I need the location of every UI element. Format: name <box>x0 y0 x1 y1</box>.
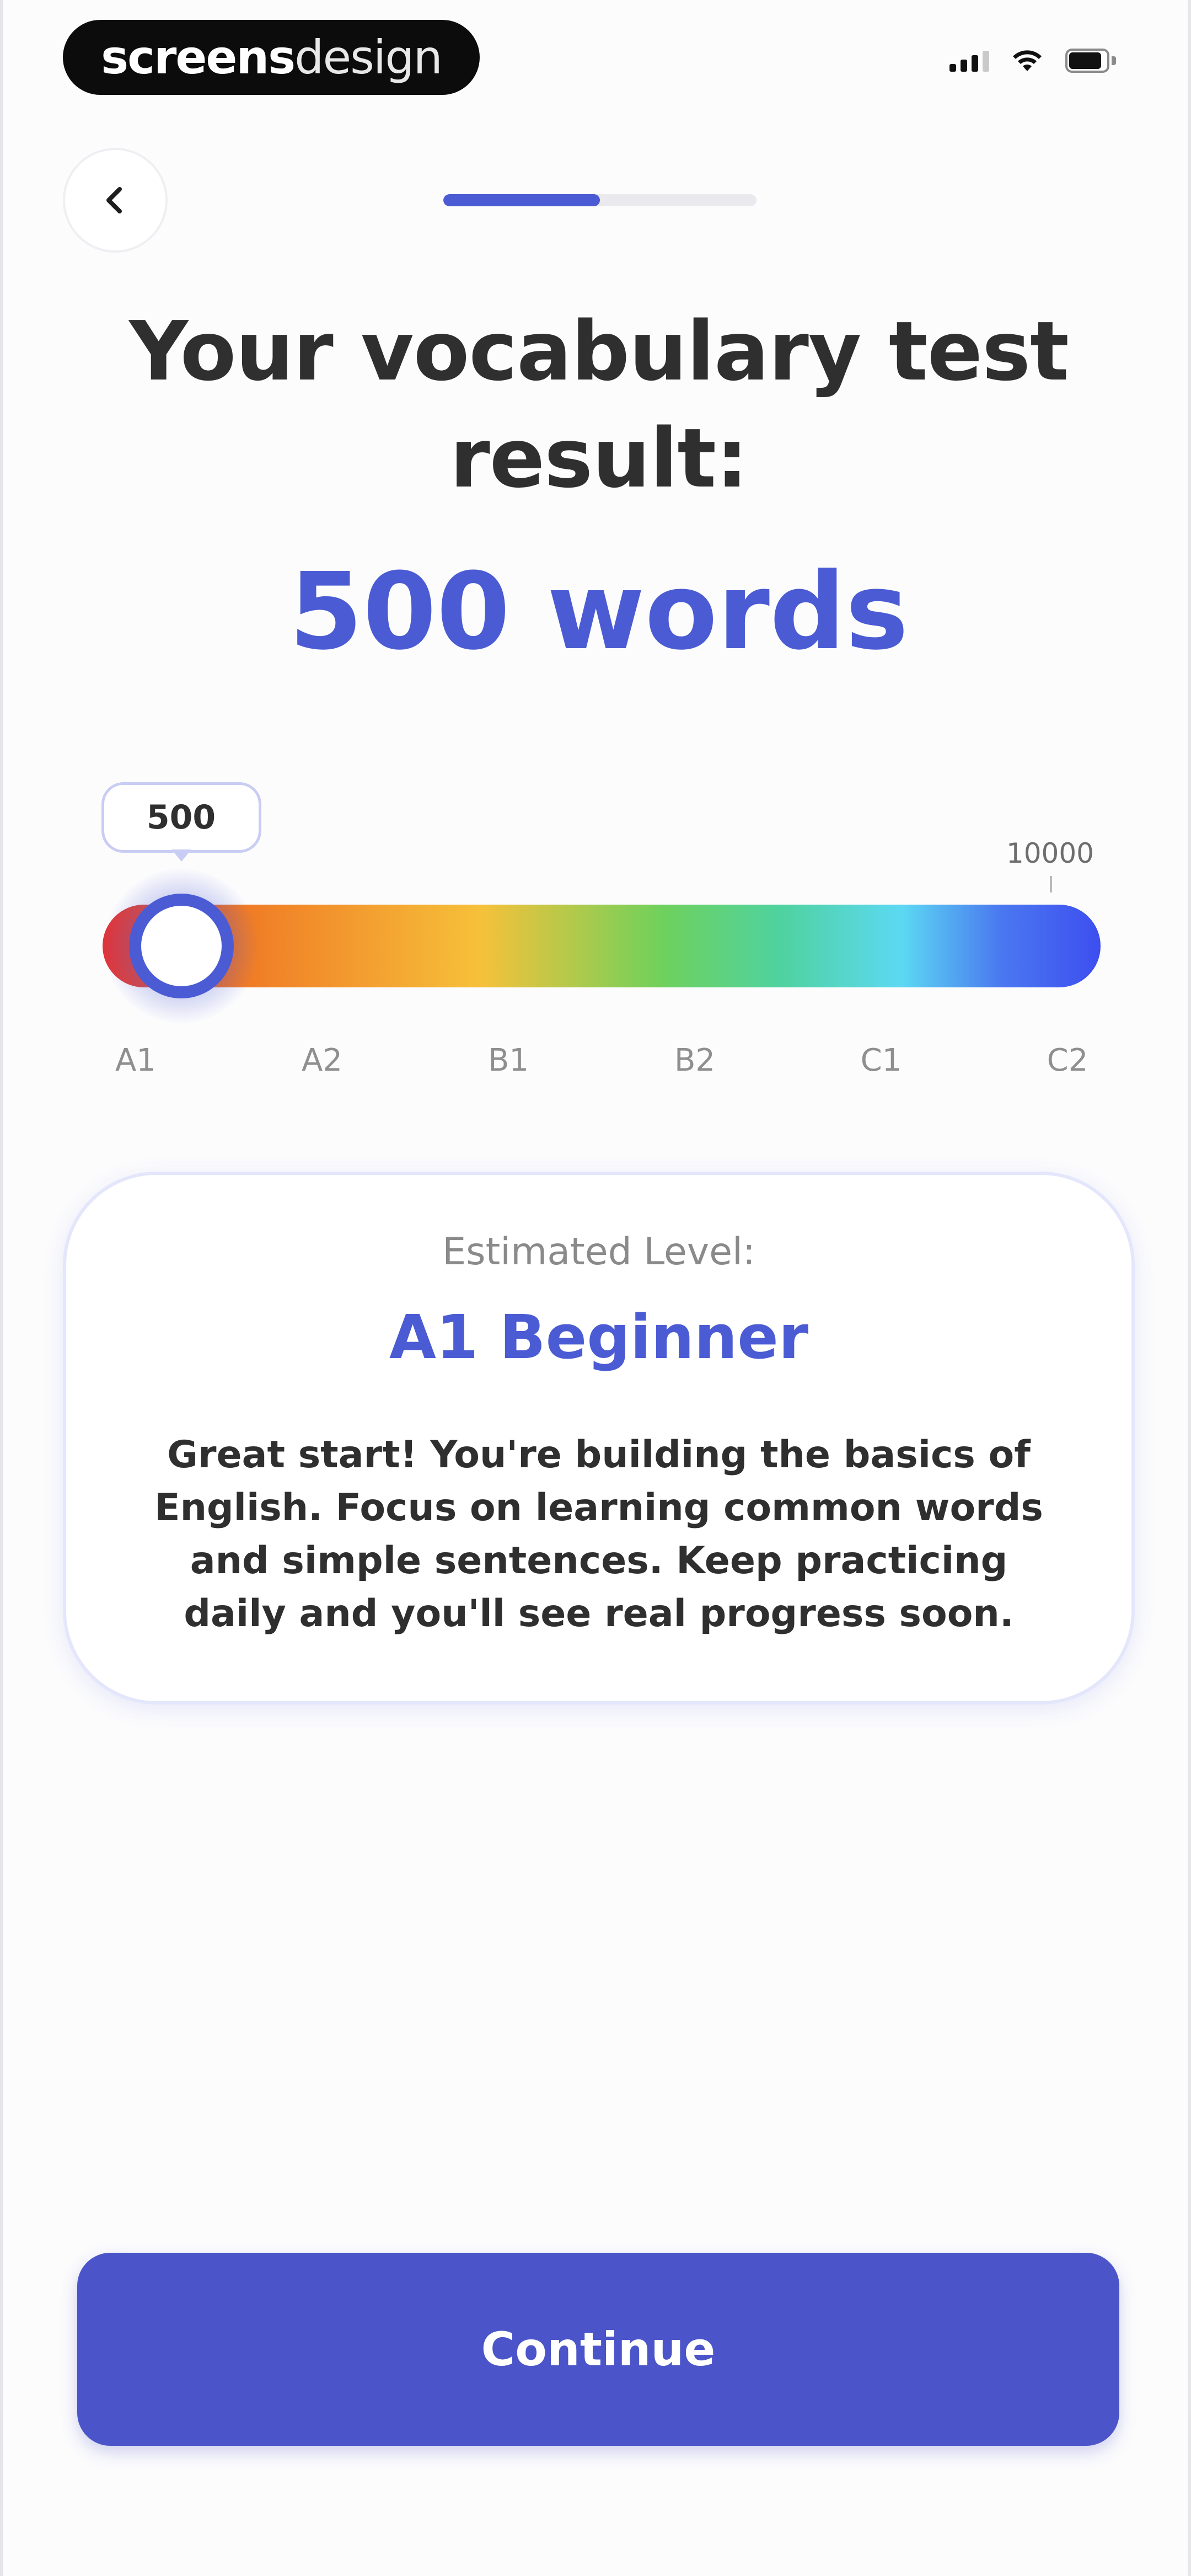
estimated-level-label: Estimated Level: <box>442 1230 755 1274</box>
bubble-tail <box>171 849 191 862</box>
cellular-signal-icon <box>949 50 989 72</box>
estimated-level-card: Estimated Level: A1 Beginner Great start… <box>63 1172 1135 1704</box>
continue-button-label: Continue <box>481 2322 716 2376</box>
result-value: 500 words <box>289 551 909 674</box>
continue-button[interactable]: Continue <box>77 2253 1119 2446</box>
battery-icon <box>1065 49 1116 73</box>
level-label-b1: B1 <box>487 1043 529 1078</box>
status-icons <box>949 49 1116 73</box>
page-title: Your vocabulary test result: <box>129 304 1069 506</box>
back-button[interactable] <box>63 148 168 253</box>
level-description: Great start! You're building the basics … <box>154 1433 1043 1636</box>
level-label-c1: C1 <box>860 1043 902 1078</box>
brand-light-text: design <box>294 30 443 84</box>
brand-pill: screens design <box>63 20 480 95</box>
max-value-tick <box>1050 876 1052 892</box>
progress-bar <box>443 194 757 206</box>
brand-bold-text: screens <box>101 30 296 84</box>
level-labels: A1 A2 B1 B2 C1 C2 <box>103 1043 1101 1078</box>
app-screen: screens design Your vocabulary test resul… <box>0 0 1191 2576</box>
wifi-icon <box>1013 50 1042 71</box>
level-slider-knob[interactable] <box>128 894 234 998</box>
level-label-b2: B2 <box>674 1043 716 1078</box>
chevron-left-icon <box>106 187 122 213</box>
max-value-label: 10000 <box>1006 837 1094 869</box>
level-label-a1: A1 <box>115 1043 156 1078</box>
level-label-a2: A2 <box>302 1043 342 1078</box>
progress-fill <box>443 194 600 206</box>
level-label-c2: C2 <box>1047 1043 1088 1078</box>
estimated-level-value: A1 Beginner <box>389 1302 809 1372</box>
current-value-bubble: 500 <box>101 782 261 853</box>
